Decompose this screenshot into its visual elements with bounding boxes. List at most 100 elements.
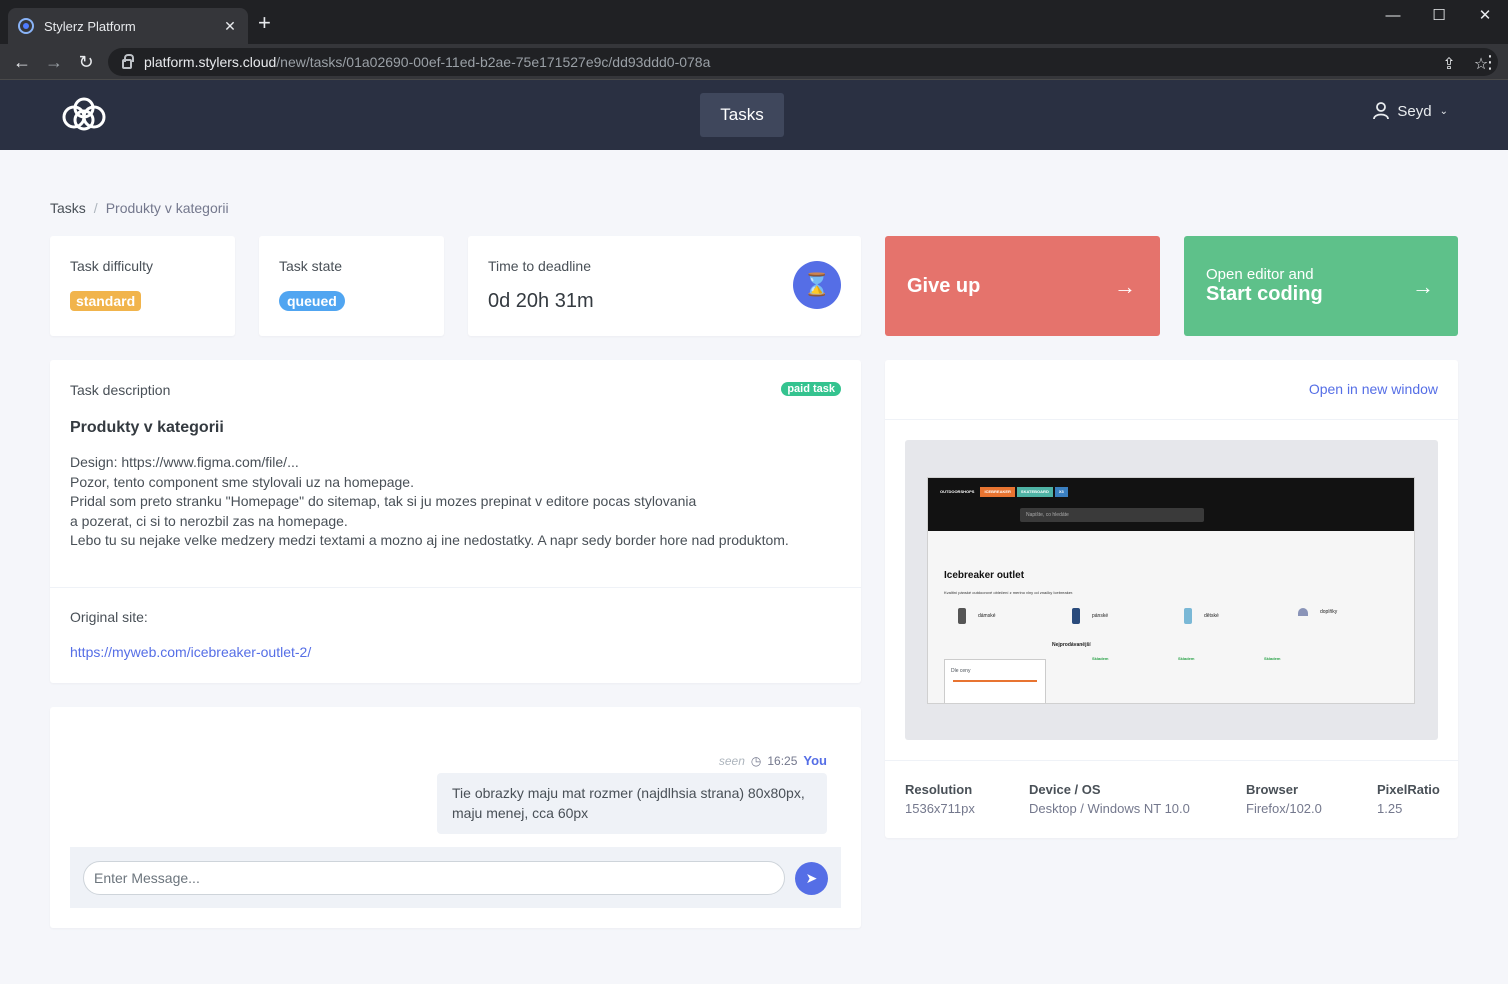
spec-resolution: Resolution 1536x711px: [905, 782, 975, 816]
spec-browser: Browser Firefox/102.0: [1246, 782, 1322, 816]
browser-value: Firefox/102.0: [1246, 801, 1322, 816]
task-description-card: Task description paid task Produkty v ka…: [50, 360, 861, 683]
divider: [50, 587, 861, 588]
breadcrumb-separator: /: [93, 200, 98, 216]
reload-icon[interactable]: ↻: [74, 50, 98, 74]
browser-tab[interactable]: Stylerz Platform ✕: [8, 8, 248, 44]
preview-product: Skladem: [1178, 656, 1195, 661]
tab-close-icon[interactable]: ✕: [222, 18, 238, 35]
message-meta: seen ◷ 16:25 You: [719, 753, 827, 768]
tab-title: Stylerz Platform: [44, 18, 136, 34]
preview-site-nav: OUTDOORSHOPS ICEBREAKER SKATEBOARD X3: [936, 487, 1068, 497]
message-time: 16:25: [767, 753, 798, 768]
user-name: Seyd: [1397, 102, 1432, 120]
state-badge: queued: [279, 291, 345, 311]
clock-icon: ◷: [750, 753, 762, 768]
app-header: Tasks Seyd ⌄: [0, 80, 1508, 150]
tasks-nav-button[interactable]: Tasks: [700, 93, 784, 137]
send-button[interactable]: ➤: [795, 862, 828, 895]
resolution-value: 1536x711px: [905, 801, 975, 816]
pixel-ratio-value: 1.25: [1377, 801, 1403, 816]
message-author: You: [803, 753, 827, 768]
open-in-new-window-link[interactable]: Open in new window: [1309, 381, 1438, 397]
description-line: Design: https://www.figma.com/file/...: [70, 454, 299, 470]
description-line: Pridal som preto stranku "Homepage" do s…: [70, 493, 697, 509]
preview-category: doplňky: [1298, 608, 1337, 616]
description-section-label: Task description: [70, 382, 171, 398]
deadline-value: 0d 20h 31m: [488, 290, 594, 312]
url-field[interactable]: platform.stylers.cloud/new/tasks/01a0269…: [108, 48, 1498, 76]
difficulty-label: Task difficulty: [70, 258, 153, 274]
start-coding-subtitle: Open editor and: [1206, 266, 1314, 283]
user-menu[interactable]: Seyd ⌄: [1373, 102, 1448, 120]
browser-menu-icon[interactable]: ⋮: [1478, 50, 1502, 74]
preview-product: Skladem: [1092, 656, 1109, 661]
preview-site-search: Napište, co hledáte: [1020, 508, 1204, 522]
task-description-text: Design: https://www.figma.com/file/... P…: [70, 453, 850, 551]
address-bar: ← → ↻ platform.stylers.cloud/new/tasks/0…: [0, 44, 1508, 80]
spec-pixel-ratio: PixelRatio 1.25: [1377, 782, 1440, 816]
chat-card: seen ◷ 16:25 You Tie obrazky maju mat ro…: [50, 707, 861, 928]
share-icon[interactable]: ⇪: [1440, 54, 1458, 74]
task-title: Produkty v kategorii: [70, 419, 224, 436]
preview-site-title: Icebreaker outlet: [944, 570, 1025, 581]
send-icon: ➤: [805, 870, 818, 886]
forward-icon[interactable]: →: [42, 50, 66, 74]
preview-price-filter: Dle ceny: [944, 659, 1046, 703]
preview-nav-item: SKATEBOARD: [1016, 487, 1053, 497]
preview-category: pánské: [1072, 608, 1108, 624]
state-label: Task state: [279, 258, 343, 274]
preview-category: dětské: [1184, 608, 1219, 624]
divider: [885, 760, 1458, 761]
lock-icon: [122, 54, 134, 69]
url-host: platform.stylers.cloud: [144, 54, 277, 70]
description-line: Lebo tu su nejake velke medzery medzi te…: [70, 532, 789, 548]
maximize-icon[interactable]: ☐: [1416, 4, 1462, 28]
stylerz-logo[interactable]: [60, 96, 108, 132]
preview-bestsellers: Nejprodávanější: [1052, 642, 1091, 648]
device-label: Device / OS: [1029, 782, 1101, 797]
url-path: /new/tasks/01a02690-00ef-11ed-b2ae-75e17…: [276, 54, 711, 70]
seen-status: seen: [718, 753, 745, 768]
back-icon[interactable]: ←: [10, 50, 34, 74]
arrow-right-icon: →: [1412, 274, 1434, 299]
preview-product: Skladem: [1264, 656, 1281, 661]
chevron-down-icon: ⌄: [1439, 105, 1448, 117]
preview-nav-item: X3: [1054, 487, 1068, 497]
spec-device: Device / OS Desktop / Windows NT 10.0: [1029, 782, 1190, 816]
resolution-label: Resolution: [905, 782, 973, 797]
state-card: Task state queued: [259, 236, 444, 336]
preview-site-subtitle: Kvalitní pánské outdoorové oblečení z me…: [944, 590, 1074, 595]
start-coding-button[interactable]: Open editor and Start coding →: [1184, 236, 1458, 336]
original-site-link[interactable]: https://myweb.com/icebreaker-outlet-2/: [70, 644, 311, 660]
site-screenshot-preview[interactable]: OUTDOORSHOPS ICEBREAKER SKATEBOARD X3 Na…: [927, 477, 1415, 704]
hourglass-icon: ⌛: [793, 261, 841, 309]
deadline-card: Time to deadline 0d 20h 31m ⌛: [468, 236, 861, 336]
message-input[interactable]: [83, 861, 785, 895]
new-tab-icon[interactable]: +: [258, 12, 271, 34]
chat-input-bar: ➤: [70, 847, 841, 908]
description-line: a pozerat, ci si to nerozbil zas na home…: [70, 512, 348, 529]
minimize-icon[interactable]: —: [1370, 4, 1416, 28]
preview-frame: OUTDOORSHOPS ICEBREAKER SKATEBOARD X3 Na…: [905, 440, 1438, 740]
preview-nav-item: ICEBREAKER: [980, 487, 1015, 497]
preview-category: dámské: [958, 608, 996, 624]
window-close-icon[interactable]: ✕: [1462, 4, 1508, 28]
deadline-label: Time to deadline: [488, 258, 591, 274]
preview-nav-item: OUTDOORSHOPS: [940, 489, 975, 494]
give-up-label: Give up: [907, 274, 981, 297]
preview-site-header: OUTDOORSHOPS ICEBREAKER SKATEBOARD X3 Na…: [928, 478, 1414, 531]
browser-tab-bar: Stylerz Platform ✕ + — ☐ ✕: [0, 0, 1508, 44]
browser-label: Browser: [1246, 782, 1299, 797]
chat-message-bubble: Tie obrazky maju mat rozmer (najdlhsia s…: [437, 773, 827, 834]
original-site-label: Original site:: [70, 609, 148, 625]
paid-task-badge: paid task: [781, 382, 841, 396]
preview-card: Open in new window OUTDOORSHOPS ICEBREAK…: [885, 360, 1458, 838]
give-up-button[interactable]: Give up →: [885, 236, 1160, 336]
start-coding-label: Start coding: [1206, 283, 1323, 305]
breadcrumb-current: Produkty v kategorii: [105, 200, 229, 216]
pixel-ratio-label: PixelRatio: [1377, 782, 1440, 797]
breadcrumb-tasks[interactable]: Tasks: [50, 200, 86, 216]
divider: [885, 419, 1458, 420]
difficulty-card: Task difficulty standard: [50, 236, 235, 336]
